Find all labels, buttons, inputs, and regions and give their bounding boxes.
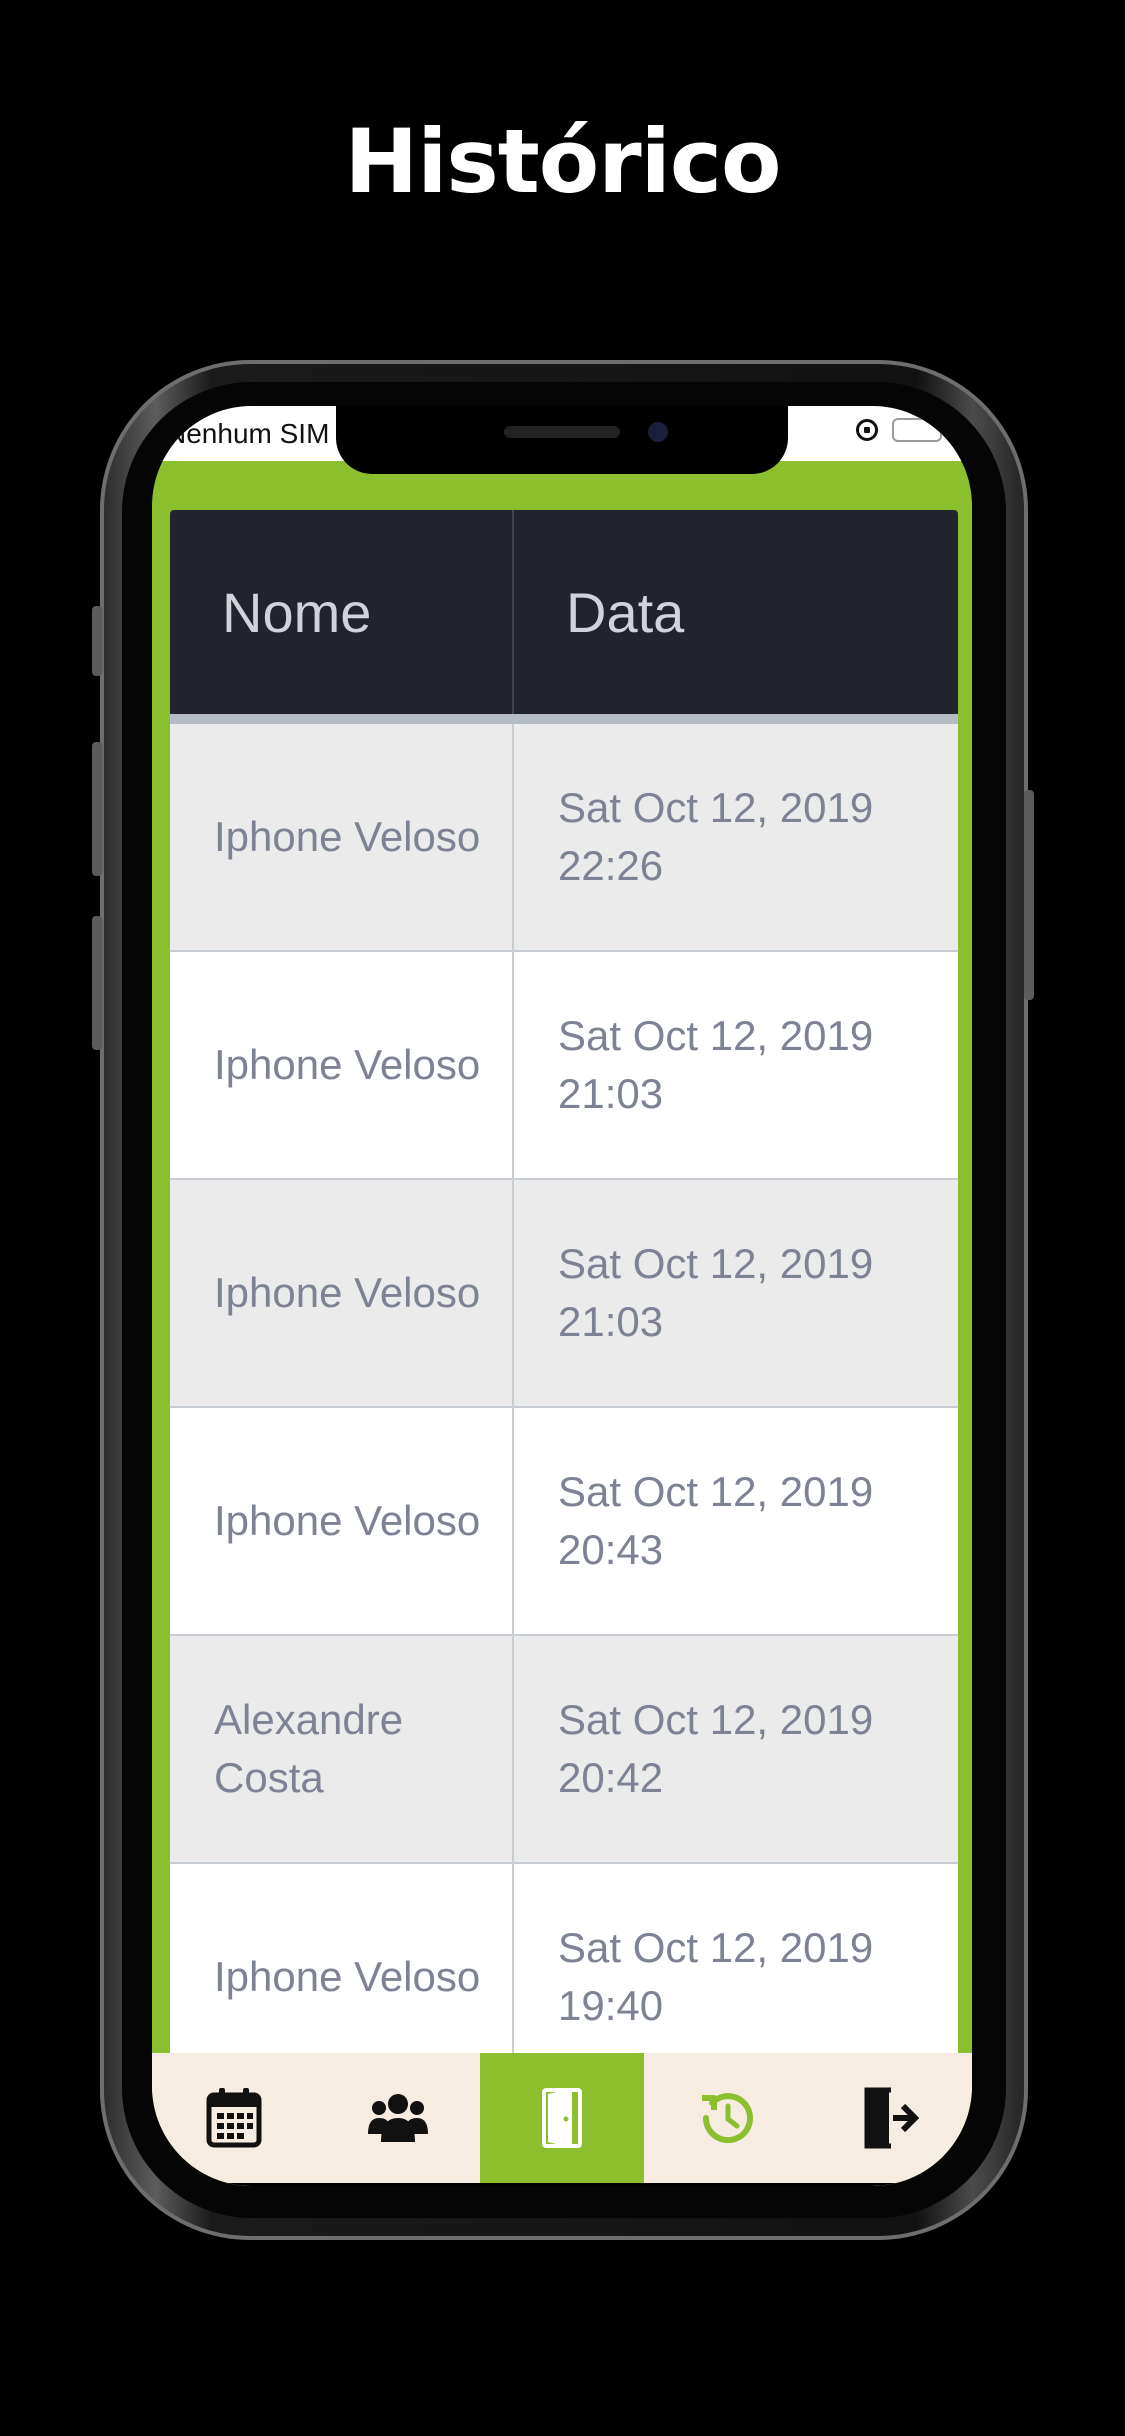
row-date-day: Sat Oct 12, 2019 xyxy=(558,784,874,831)
row-date: Sat Oct 12, 2019 21:03 xyxy=(514,952,958,1178)
history-icon xyxy=(702,2093,753,2144)
volume-up-button xyxy=(92,742,102,876)
mute-switch xyxy=(92,606,102,676)
front-camera xyxy=(648,422,668,442)
app-screen: Nenhum SIM Nome Data Iphone Veloso Sat O… xyxy=(152,406,972,2186)
row-date-time: 20:42 xyxy=(558,1754,664,1801)
row-date-day: Sat Oct 12, 2019 xyxy=(558,1468,874,1515)
table-row[interactable]: Iphone Veloso Sat Oct 12, 2019 21:03 xyxy=(170,952,958,1180)
row-date: Sat Oct 12, 2019 22:26 xyxy=(514,724,958,950)
tab-history[interactable] xyxy=(644,2053,808,2183)
table-header: Nome Data xyxy=(170,510,958,724)
table-row[interactable]: Iphone Veloso Sat Oct 12, 2019 21:03 xyxy=(170,1180,958,1408)
orientation-lock-icon xyxy=(856,419,878,441)
row-name: Iphone Veloso xyxy=(170,724,514,950)
row-date-time: 21:03 xyxy=(558,1298,664,1345)
tab-access[interactable] xyxy=(480,2053,644,2183)
tab-users[interactable] xyxy=(316,2053,480,2183)
row-date: Sat Oct 12, 2019 21:03 xyxy=(514,1180,958,1406)
tab-logout[interactable] xyxy=(808,2053,972,2183)
page-title: Histórico xyxy=(344,110,782,213)
history-table: Nome Data Iphone Veloso Sat Oct 12, 2019… xyxy=(170,510,958,2092)
row-date-time: 20:43 xyxy=(558,1526,664,1573)
carrier-label: Nenhum SIM xyxy=(166,418,330,449)
row-date-time: 19:40 xyxy=(558,1982,664,2029)
row-date-day: Sat Oct 12, 2019 xyxy=(558,1240,874,1287)
row-name: Iphone Veloso xyxy=(170,1408,514,1634)
home-indicator xyxy=(152,2183,972,2186)
table-row[interactable]: Iphone Veloso Sat Oct 12, 2019 20:43 xyxy=(170,1408,958,1636)
row-name: Iphone Veloso xyxy=(170,1180,514,1406)
logout-icon xyxy=(864,2087,919,2149)
row-date-day: Sat Oct 12, 2019 xyxy=(558,1012,874,1059)
speaker xyxy=(504,426,620,438)
power-button xyxy=(1024,790,1034,1000)
row-name-first: Alexandre xyxy=(214,1696,404,1743)
row-name: Iphone Veloso xyxy=(170,952,514,1178)
users-icon xyxy=(368,2094,428,2142)
bottom-tab-bar xyxy=(152,2053,972,2186)
calendar-icon xyxy=(206,2088,262,2148)
row-name: Alexandre Costa xyxy=(170,1636,514,1862)
row-date: Sat Oct 12, 2019 20:43 xyxy=(514,1408,958,1634)
header-data: Data xyxy=(566,580,685,644)
table-row[interactable]: Alexandre Costa Sat Oct 12, 2019 20:42 xyxy=(170,1636,958,1864)
door-icon xyxy=(542,2088,582,2148)
table-row[interactable]: Iphone Veloso Sat Oct 12, 2019 22:26 xyxy=(170,724,958,952)
row-date-day: Sat Oct 12, 2019 xyxy=(558,1696,874,1743)
volume-down-button xyxy=(92,916,102,1050)
header-nome: Nome xyxy=(170,510,514,714)
row-date-time: 22:26 xyxy=(558,842,664,889)
row-date-day: Sat Oct 12, 2019 xyxy=(558,1924,874,1971)
row-date: Sat Oct 12, 2019 20:42 xyxy=(514,1636,958,1862)
tab-calendar[interactable] xyxy=(152,2053,316,2183)
battery-icon xyxy=(892,418,946,442)
row-name-last: Costa xyxy=(214,1754,324,1801)
notch xyxy=(336,406,788,474)
row-date-time: 21:03 xyxy=(558,1070,664,1117)
